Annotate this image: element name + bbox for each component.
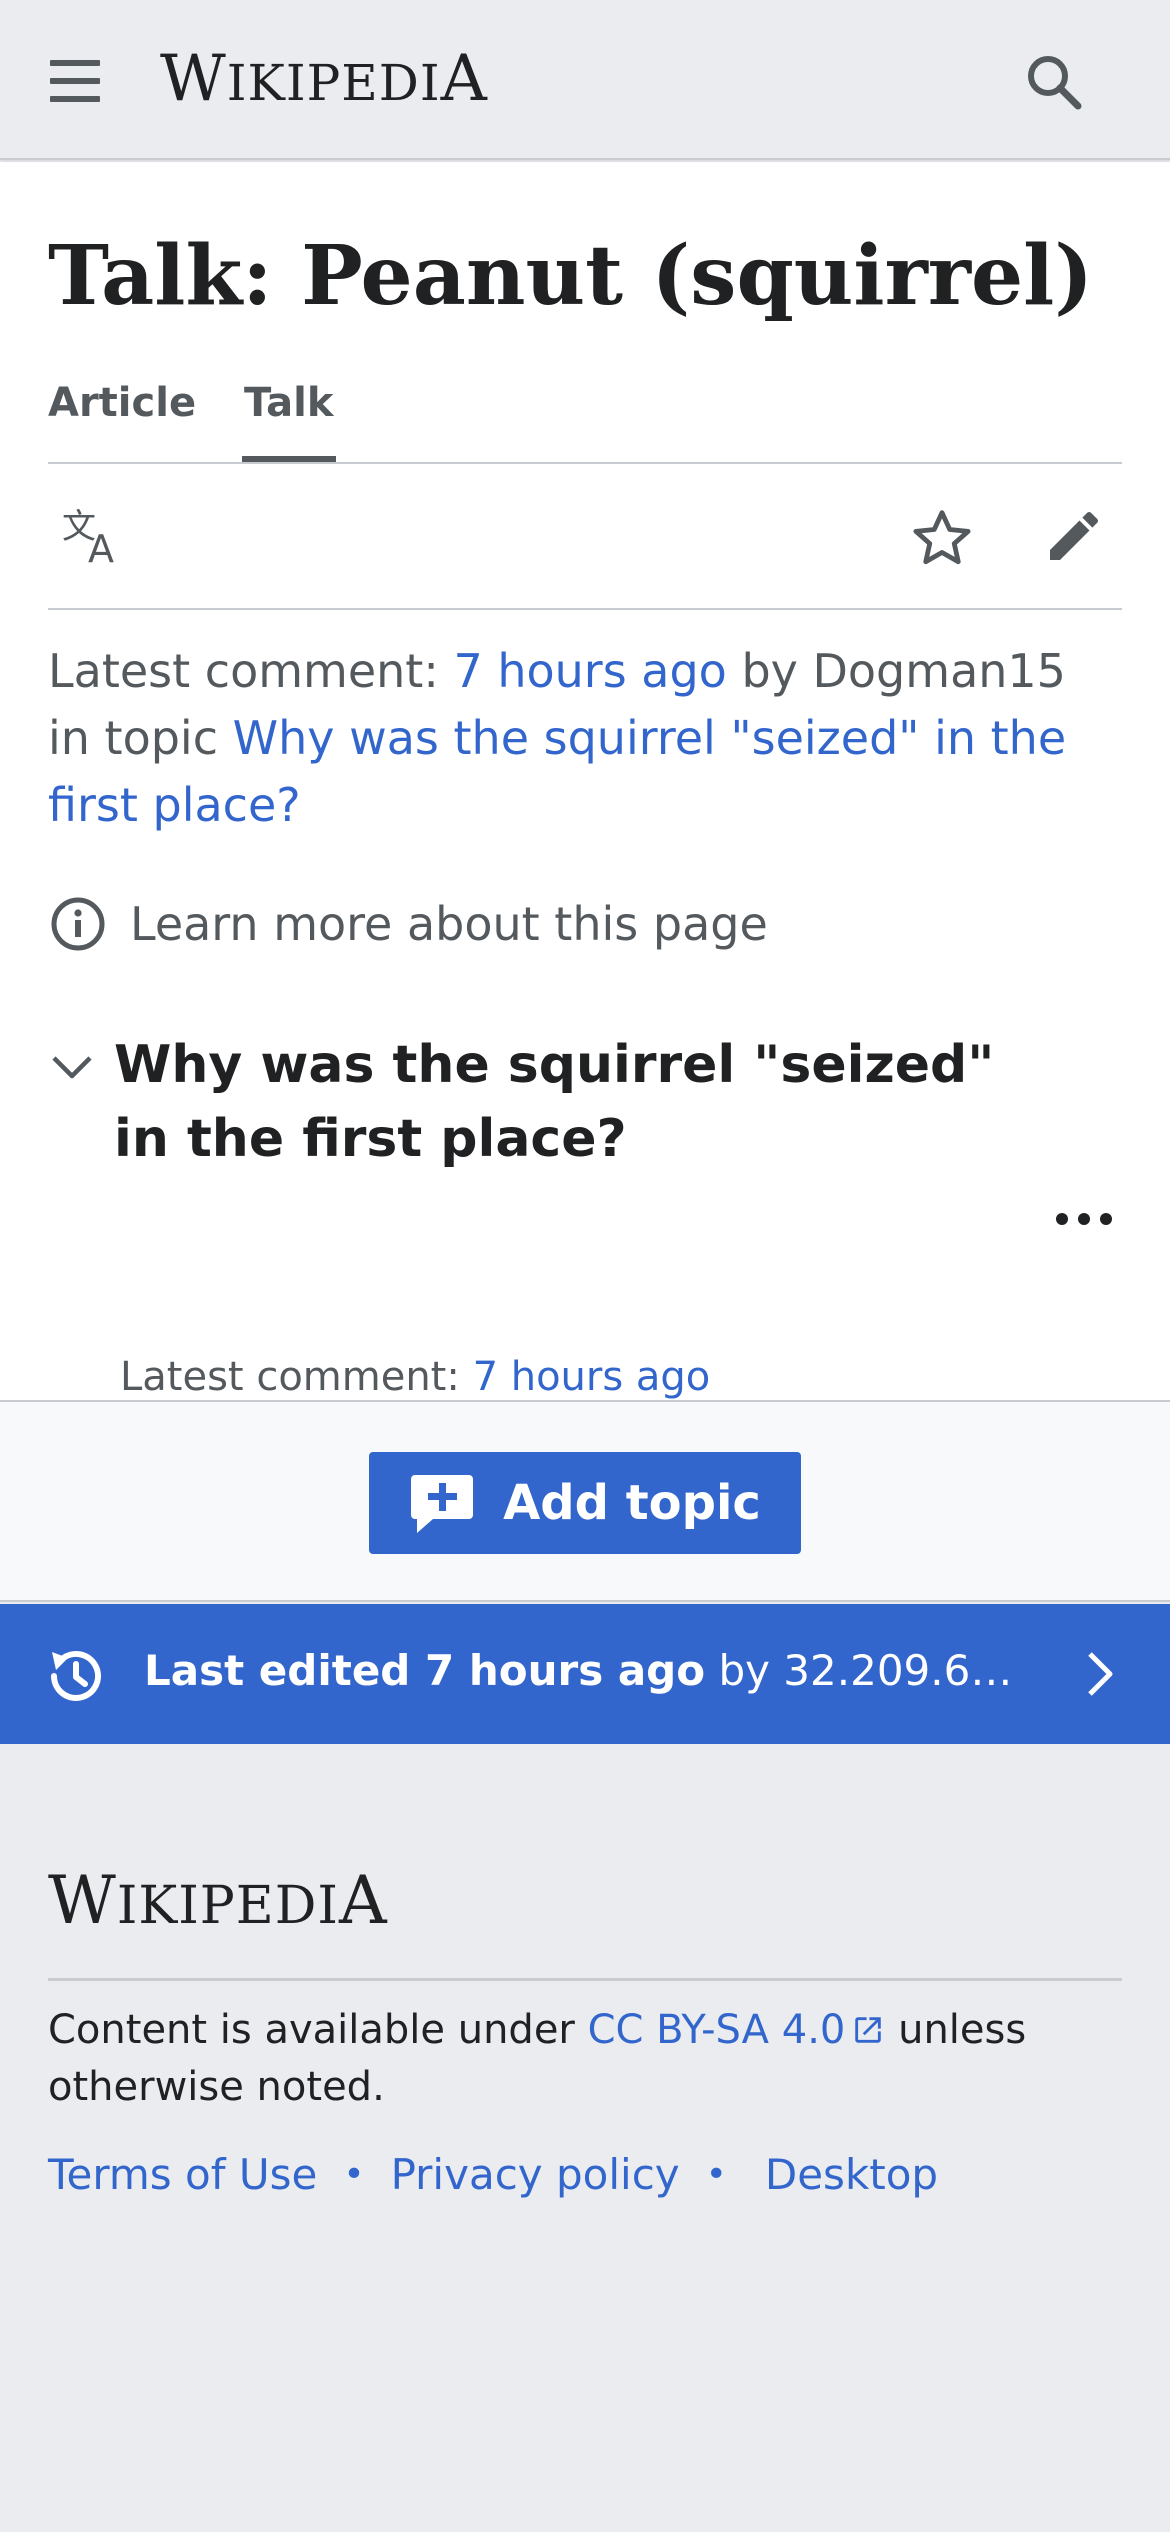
page-title: Talk: Peanut (squirrel) — [48, 228, 1094, 324]
in-topic-text: in topic — [48, 711, 233, 765]
tab-selected-indicator — [242, 456, 336, 462]
info-icon — [51, 897, 105, 951]
latest-comment-author: by Dogman15 — [726, 644, 1066, 698]
license-link[interactable]: CC BY-SA 4.0 — [588, 2007, 846, 2053]
chevron-right-icon — [1080, 1648, 1120, 1704]
language-icon[interactable]: 文 A — [62, 507, 126, 572]
topic-latest-time-link[interactable]: 7 hours ago — [473, 1354, 711, 1400]
star-icon[interactable] — [910, 506, 974, 574]
topic-latest-prefix: Latest comment: — [120, 1354, 473, 1400]
license-notice: Content is available under CC BY-SA 4.0 … — [48, 2002, 1138, 2116]
speech-bubble-add-icon — [411, 1475, 474, 1533]
history-icon — [44, 1644, 108, 1712]
footer-links: Terms of Use • Privacy policy • Desktop — [48, 2150, 938, 2199]
last-edited-editor: by 32.209.6… — [705, 1646, 1013, 1695]
learn-more-link[interactable]: Learn more about this page — [48, 884, 768, 964]
hamburger-menu-icon[interactable] — [46, 58, 106, 104]
separator-dot: • — [343, 2154, 365, 2195]
last-edited-bar[interactable]: Last edited 7 hours ago by 32.209.6… — [0, 1604, 1170, 1744]
search-icon[interactable] — [1022, 50, 1086, 114]
tab-article[interactable]: Article — [48, 380, 196, 426]
wikipedia-wordmark[interactable]: WIKIPEDIA — [160, 42, 488, 116]
svg-text:A: A — [88, 527, 114, 568]
footer-divider — [48, 1978, 1122, 1981]
ellipsis-icon[interactable] — [1054, 1209, 1114, 1233]
terms-of-use-link[interactable]: Terms of Use — [48, 2150, 317, 2199]
add-topic-button[interactable]: Add topic — [369, 1452, 801, 1554]
tab-talk[interactable]: Talk — [244, 380, 333, 426]
latest-comment-summary: Latest comment: 7 hours ago by Dogman15 … — [48, 638, 1138, 839]
add-topic-bar: Add topic — [0, 1400, 1170, 1602]
privacy-policy-link[interactable]: Privacy policy — [391, 2150, 680, 2199]
separator-dot: • — [705, 2154, 727, 2195]
desktop-view-link[interactable]: Desktop — [765, 2150, 938, 2199]
learn-more-label: Learn more about this page — [130, 897, 768, 951]
topic-heading[interactable]: Why was the squirrel "seized" in the fir… — [114, 1028, 1054, 1176]
namespace-tabs — [48, 374, 1122, 464]
add-topic-label: Add topic — [503, 1475, 761, 1531]
chevron-down-icon[interactable] — [48, 1042, 96, 1094]
latest-comment-prefix: Latest comment: — [48, 644, 454, 698]
license-prefix: Content is available under — [48, 2007, 588, 2053]
last-edited-time: Last edited 7 hours ago — [144, 1646, 706, 1695]
page-actions-bar: 文 A — [48, 464, 1122, 610]
latest-comment-time-link[interactable]: 7 hours ago — [453, 644, 726, 698]
page-content: Talk: Peanut (squirrel) 文 A Latest comme… — [0, 162, 1170, 1400]
pencil-icon[interactable] — [1042, 504, 1106, 572]
external-link-icon — [855, 2017, 882, 2043]
top-bar: WIKIPEDIA — [0, 0, 1170, 160]
last-edited-text: Last edited 7 hours ago by 32.209.6… — [144, 1646, 1012, 1695]
footer-wordmark: WIKIPEDIA — [48, 1862, 388, 1939]
topic-latest-comment: Latest comment: 7 hours ago — [120, 1354, 710, 1400]
